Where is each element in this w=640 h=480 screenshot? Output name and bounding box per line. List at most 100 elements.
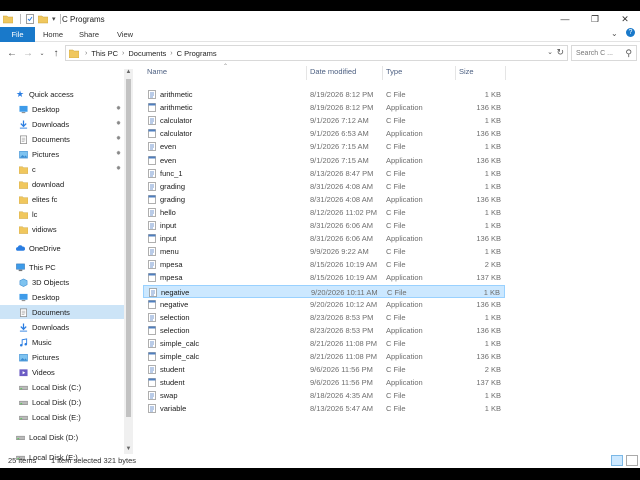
table-row[interactable]: mpesa 8/15/2026 10:19 AM C File 2 KB <box>143 258 505 271</box>
sidebar-item-downloads[interactable]: Downloads <box>19 117 69 131</box>
file-date: 8/23/2026 8:53 PM <box>310 325 374 335</box>
breadcrumb-documents[interactable]: Documents <box>128 49 166 58</box>
drive-icon <box>19 385 28 390</box>
details-view-button[interactable] <box>611 455 623 466</box>
pin-icon[interactable]: ✸ <box>116 105 121 112</box>
pin-icon[interactable]: ✸ <box>116 120 121 127</box>
sidebar-item-pc-downloads[interactable]: Downloads <box>19 320 69 334</box>
address-dropdown-icon[interactable]: ⌄ <box>547 48 553 56</box>
file-type: C File <box>386 247 406 257</box>
maximize-button[interactable]: ❐ <box>580 11 610 27</box>
table-row[interactable]: hello 8/12/2026 11:02 PM C File 1 KB <box>143 206 505 219</box>
table-row[interactable]: calculator 9/1/2026 6:53 AM Application 136… <box>143 127 505 140</box>
table-row[interactable]: func_1 8/13/2026 8:47 PM C File 1 KB <box>143 167 505 180</box>
table-row[interactable]: menu 9/9/2026 9:22 AM C File 1 KB <box>143 245 505 258</box>
up-arrow-icon[interactable]: ↑ <box>50 46 62 60</box>
sidebar-item-pc-videos[interactable]: Videos <box>19 365 55 379</box>
navigation-scrollbar[interactable]: ▲ ▼ <box>124 69 133 454</box>
table-row[interactable]: grading 8/31/2026 4:08 AM C File 1 KB <box>143 180 505 193</box>
sidebar-item-desktop[interactable]: Desktop <box>19 102 60 116</box>
pictures-icon <box>19 353 28 361</box>
sidebar-item-lc[interactable]: lc <box>19 207 37 221</box>
sidebar-item-pc-music[interactable]: Music <box>19 335 52 349</box>
table-row[interactable]: grading 8/31/2026 4:08 AM Application 136 K… <box>143 193 505 206</box>
column-header-size[interactable]: Size <box>459 67 474 81</box>
table-row[interactable]: student 9/6/2026 11:56 PM C File 2 KB <box>143 363 505 376</box>
sidebar-item-drive-local-disk-d[interactable]: Local Disk (D:) <box>16 430 78 444</box>
table-row[interactable]: arithmetic 8/19/2026 8:12 PM C File 1 KB <box>143 88 505 101</box>
properties-icon[interactable] <box>25 14 35 24</box>
table-row[interactable]: arithmetic 8/19/2026 8:12 PM Application 13… <box>143 101 505 114</box>
table-row[interactable]: variable 8/13/2026 5:47 AM C File 1 KB <box>143 402 505 415</box>
column-divider[interactable] <box>382 66 383 80</box>
column-divider[interactable] <box>306 66 307 80</box>
minimize-button[interactable]: — <box>550 11 580 27</box>
tab-view[interactable]: View <box>110 27 140 42</box>
address-bar[interactable]: › This PC › Documents › C Programs ⌄ ↻ <box>65 45 568 61</box>
pin-icon[interactable]: ✸ <box>116 150 121 157</box>
help-icon[interactable]: ? <box>626 28 635 37</box>
table-row[interactable]: simple_calc 8/21/2026 11:08 PM C File 1 KB <box>143 337 505 350</box>
sidebar-item-documents[interactable]: Documents <box>19 132 70 146</box>
sidebar-item-pc-documents[interactable]: Documents <box>0 305 124 319</box>
sidebar-item-pc-local-disk-c[interactable]: Local Disk (C:) <box>19 380 81 394</box>
column-divider[interactable] <box>505 66 506 80</box>
customize-qat-icon[interactable]: ▾ <box>52 15 56 23</box>
scroll-down-icon[interactable]: ▼ <box>125 446 132 452</box>
table-row[interactable]: student 9/6/2026 11:56 PM Application 137 K… <box>143 376 505 389</box>
tab-file[interactable]: File <box>0 27 35 42</box>
sidebar-item-pc-local-disk-d[interactable]: Local Disk (D:) <box>19 395 81 409</box>
breadcrumb-c-programs[interactable]: C Programs <box>177 49 217 58</box>
scroll-up-icon[interactable]: ▲ <box>125 69 132 75</box>
table-row[interactable]: input 8/31/2026 6:06 AM Application 136 KB <box>143 232 505 245</box>
breadcrumb-this-pc[interactable]: This PC <box>91 49 118 58</box>
sidebar-item-pc-3d-objects[interactable]: 3D Objects <box>19 275 69 289</box>
table-row[interactable]: simple_calc 8/21/2026 11:08 PM Application… <box>143 350 505 363</box>
sidebar-item-c[interactable]: c <box>19 162 36 176</box>
table-row[interactable]: mpesa 8/15/2026 10:19 AM Application 137 KB <box>143 271 505 284</box>
window-title: C Programs <box>62 15 105 24</box>
large-icons-view-button[interactable] <box>626 455 638 466</box>
recent-locations-icon[interactable]: ⌄ <box>36 46 48 60</box>
tab-home[interactable]: Home <box>38 27 68 42</box>
back-arrow-icon[interactable]: ← <box>6 46 18 60</box>
sidebar-item-label: Local Disk (D:) <box>29 432 79 442</box>
file-type: C File <box>386 168 406 178</box>
sidebar-item-this-pc[interactable]: This PC <box>16 260 56 274</box>
column-divider[interactable] <box>455 66 456 80</box>
table-row[interactable]: even 9/1/2026 7:15 AM C File 1 KB <box>143 140 505 153</box>
sidebar-item-pictures[interactable]: Pictures <box>19 147 59 161</box>
new-folder-icon[interactable] <box>38 14 48 24</box>
sidebar-item-onedrive[interactable]: OneDrive <box>16 241 61 255</box>
search-input[interactable]: Search C ... ⚲ <box>571 45 637 61</box>
sidebar-item-vidiows[interactable]: vidiows <box>19 222 57 236</box>
file-date: 9/9/2026 9:22 AM <box>310 247 369 257</box>
expand-ribbon-icon[interactable]: ⌄ <box>611 29 618 38</box>
table-row[interactable]: negative 9/20/2026 10:11 AM C File 1 KB <box>143 284 505 298</box>
table-row[interactable]: calculator 9/1/2026 7:12 AM C File 1 KB <box>143 114 505 127</box>
table-row[interactable]: even 9/1/2026 7:15 AM Application 136 KB <box>143 154 505 167</box>
file-name: arithmetic <box>160 90 193 99</box>
forward-arrow-icon[interactable]: → <box>22 46 34 60</box>
sidebar-item-quick-access[interactable]: ★ Quick access <box>16 87 74 101</box>
column-header-date[interactable]: Date modified <box>310 67 356 81</box>
sidebar-item-pc-pictures[interactable]: Pictures <box>19 350 59 364</box>
refresh-icon[interactable]: ↻ <box>556 47 564 58</box>
pin-icon[interactable]: ✸ <box>116 135 121 142</box>
column-header-name[interactable]: Name <box>147 67 167 81</box>
table-row[interactable]: selection 8/23/2026 8:53 PM Application 136… <box>143 324 505 337</box>
table-row[interactable]: input 8/31/2026 6:06 AM C File 1 KB <box>143 219 505 232</box>
sidebar-item-elites-fc[interactable]: elites fc <box>19 192 57 206</box>
sidebar-item-pc-desktop[interactable]: Desktop <box>19 290 60 304</box>
close-button[interactable]: ✕ <box>610 11 640 27</box>
tab-share[interactable]: Share <box>74 27 104 42</box>
sidebar-item-pc-local-disk-e[interactable]: Local Disk (E:) <box>19 410 81 424</box>
pin-icon[interactable]: ✸ <box>116 165 121 172</box>
file-name: negative <box>160 299 189 309</box>
table-row[interactable]: selection 8/23/2026 8:53 PM C File 1 KB <box>143 311 505 324</box>
scrollbar-thumb[interactable] <box>126 79 131 417</box>
sidebar-item-download[interactable]: download <box>19 177 64 191</box>
table-row[interactable]: swap 8/18/2026 4:35 AM C File 1 KB <box>143 389 505 402</box>
column-header-type[interactable]: Type <box>386 67 402 81</box>
table-row[interactable]: negative 9/20/2026 10:12 AM Application 136… <box>143 298 505 311</box>
